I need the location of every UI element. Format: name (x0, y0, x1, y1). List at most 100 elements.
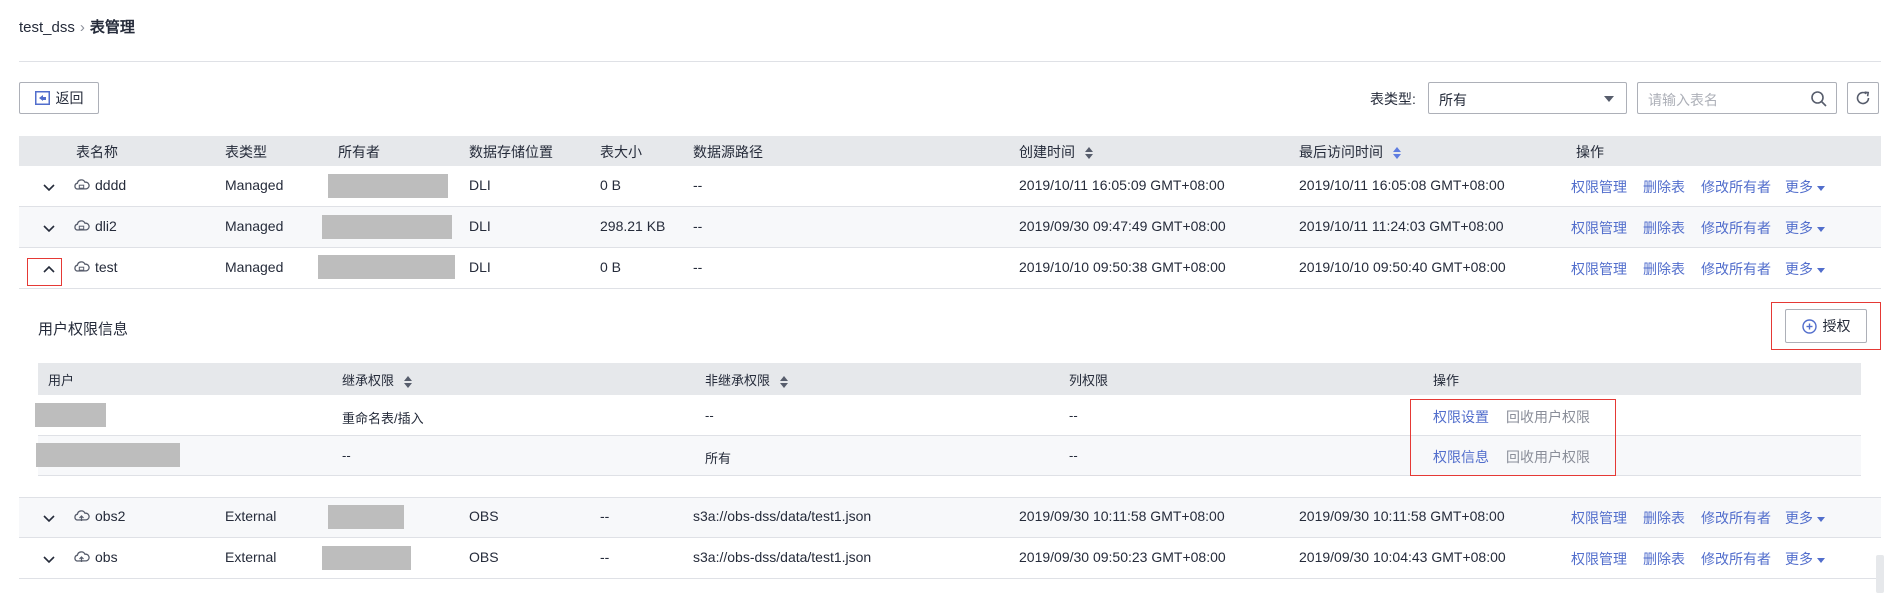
highlight-box (27, 258, 62, 286)
sort-icon[interactable] (1393, 147, 1401, 160)
table-type-select[interactable]: 所有 (1428, 82, 1627, 114)
cloud-database-icon (74, 179, 90, 190)
change-owner-link[interactable]: 修改所有者 (1701, 177, 1771, 197)
chevron-down-icon (1817, 226, 1825, 232)
sort-icon[interactable] (1085, 147, 1093, 160)
highlight-box (1771, 302, 1881, 350)
back-icon (34, 91, 50, 105)
perm-col-actions: 操作 (1433, 373, 1460, 388)
more-menu[interactable]: 更多 (1785, 218, 1825, 238)
delete-table-link[interactable]: 删除表 (1643, 177, 1685, 197)
more-menu[interactable]: 更多 (1785, 508, 1825, 528)
perm-col-non-inherited[interactable]: 非继承权限 (705, 370, 789, 389)
chevron-down-icon[interactable] (41, 220, 57, 236)
scrollbar[interactable] (1876, 555, 1884, 593)
more-label: 更多 (1785, 261, 1813, 277)
table-name[interactable]: obs (95, 549, 118, 565)
back-label: 返回 (55, 90, 84, 106)
back-button[interactable]: 返回 (19, 82, 99, 114)
col-created[interactable]: 创建时间 (1019, 142, 1093, 162)
masked-user (35, 403, 106, 427)
table-name[interactable]: obs2 (95, 508, 125, 524)
cloud-database-icon (74, 261, 90, 272)
perm-col-inherited-label: 继承权限 (342, 373, 395, 388)
table-type: Managed (225, 177, 284, 193)
cloud-upload-icon (74, 551, 90, 562)
col-accessed-label: 最后访问时间 (1299, 144, 1383, 160)
breadcrumb-db-link[interactable]: test_dss (19, 19, 75, 36)
col-name: 表名称 (76, 144, 118, 160)
chevron-down-icon (1817, 557, 1825, 563)
change-owner-link[interactable]: 修改所有者 (1701, 549, 1771, 569)
permission-manage-link[interactable]: 权限管理 (1571, 508, 1627, 528)
table-name[interactable]: test (95, 259, 118, 275)
table-row: dli2 Managed DLI 298.21 KB -- 2019/09/30… (19, 207, 1881, 248)
table-size: -- (600, 549, 610, 565)
col-size: 表大小 (600, 144, 642, 160)
delete-table-link[interactable]: 删除表 (1643, 549, 1685, 569)
perm-inherited: -- (342, 448, 351, 463)
search-input[interactable]: 请输入表名 (1637, 82, 1837, 114)
table-row: test Managed DLI 0 B -- 2019/10/10 09:50… (19, 248, 1881, 289)
cloud-database-icon (74, 220, 90, 231)
data-source-path: -- (693, 218, 703, 234)
created-time: 2019/10/10 09:50:38 GMT+08:00 (1019, 259, 1226, 275)
accessed-time: 2019/10/10 09:50:40 GMT+08:00 (1299, 259, 1506, 275)
header-divider (19, 61, 1881, 62)
more-menu[interactable]: 更多 (1785, 177, 1825, 197)
col-location: 数据存储位置 (469, 144, 553, 160)
change-owner-link[interactable]: 修改所有者 (1701, 508, 1771, 528)
perm-col-inherited[interactable]: 继承权限 (342, 370, 413, 389)
perm-column: -- (1069, 408, 1078, 423)
table-type-value: 所有 (1439, 92, 1467, 108)
storage-location: DLI (469, 259, 491, 275)
perm-column: -- (1069, 448, 1078, 463)
cloud-upload-icon (74, 510, 90, 521)
storage-location: OBS (469, 508, 499, 524)
data-source-path: -- (693, 177, 703, 193)
table-size: -- (600, 508, 610, 524)
change-owner-link[interactable]: 修改所有者 (1701, 218, 1771, 238)
table-type-label: 表类型: (1370, 91, 1416, 107)
masked-owner (318, 255, 455, 279)
permission-manage-link[interactable]: 权限管理 (1571, 259, 1627, 279)
delete-table-link[interactable]: 删除表 (1643, 259, 1685, 279)
breadcrumb-separator: › (79, 19, 85, 36)
more-label: 更多 (1785, 551, 1813, 567)
sort-icon[interactable] (404, 375, 413, 388)
col-created-label: 创建时间 (1019, 144, 1075, 160)
storage-location: DLI (469, 177, 491, 193)
table-name[interactable]: dli2 (95, 218, 117, 234)
chevron-down-icon (1817, 267, 1825, 273)
change-owner-link[interactable]: 修改所有者 (1701, 259, 1771, 279)
perm-inherited: 重命名表/插入 (342, 411, 424, 426)
chevron-down-icon[interactable] (41, 510, 57, 526)
chevron-down-icon[interactable] (41, 551, 57, 567)
table-type: External (225, 508, 277, 524)
delete-table-link[interactable]: 删除表 (1643, 218, 1685, 238)
search-icon[interactable] (1810, 90, 1828, 108)
col-type: 表类型 (225, 144, 267, 160)
permission-manage-link[interactable]: 权限管理 (1571, 177, 1627, 197)
data-source-path: s3a://obs-dss/data/test1.json (693, 508, 872, 524)
col-accessed[interactable]: 最后访问时间 (1299, 142, 1401, 162)
refresh-button[interactable] (1847, 82, 1879, 114)
permission-manage-link[interactable]: 权限管理 (1571, 218, 1627, 238)
masked-owner (328, 505, 404, 529)
table-size: 298.21 KB (600, 218, 666, 234)
chevron-down-icon (1817, 185, 1825, 191)
permission-manage-link[interactable]: 权限管理 (1571, 549, 1627, 569)
more-label: 更多 (1785, 510, 1813, 526)
data-source-path: -- (693, 259, 703, 275)
table-header: 表名称 表类型 所有者 数据存储位置 表大小 数据源路径 创建时间 最后访问时间… (19, 136, 1881, 166)
chevron-down-icon[interactable] (41, 179, 57, 195)
table-name[interactable]: dddd (95, 177, 126, 193)
more-menu[interactable]: 更多 (1785, 259, 1825, 279)
more-menu[interactable]: 更多 (1785, 549, 1825, 569)
page-title: 表管理 (89, 19, 135, 36)
masked-owner (322, 546, 411, 570)
table-row: obs2 External OBS -- s3a://obs-dss/data/… (19, 497, 1881, 538)
masked-owner (328, 174, 448, 198)
delete-table-link[interactable]: 删除表 (1643, 508, 1685, 528)
sort-icon[interactable] (780, 375, 789, 388)
